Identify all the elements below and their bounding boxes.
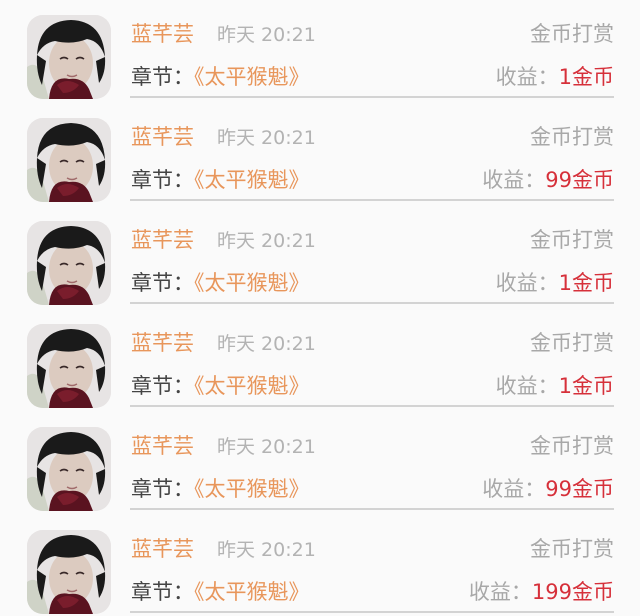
list-item[interactable]: 蓝芊芸 昨天 20:21 金币打赏 章节：《太平猴魁》 收益：1金币	[0, 0, 640, 103]
chapter-title-link[interactable]: 《太平猴魁》	[194, 168, 310, 192]
avatar[interactable]	[27, 118, 111, 202]
record-type: 金币打赏	[530, 331, 614, 355]
income-amount: 99金币	[545, 168, 614, 192]
chapter-info: 章节：《太平猴魁》	[131, 62, 310, 92]
chapter-label: 章节：	[131, 271, 194, 295]
user-photo-icon	[27, 221, 111, 305]
list-item[interactable]: 蓝芊芸 昨天 20:21 金币打赏 章节：《太平猴魁》 收益：1金币	[0, 206, 640, 309]
income-label: 收益：	[495, 65, 559, 89]
row-divider	[130, 405, 614, 407]
record-type: 金币打赏	[530, 228, 614, 252]
income-label: 收益：	[468, 580, 532, 604]
income-amount: 1金币	[558, 374, 614, 398]
income-info: 收益：99金币	[482, 474, 614, 504]
row-divider	[130, 611, 614, 613]
chapter-info: 章节：《太平猴魁》	[131, 165, 310, 195]
chapter-info: 章节：《太平猴魁》	[131, 371, 310, 401]
chapter-info: 章节：《太平猴魁》	[131, 577, 310, 607]
chapter-title-link[interactable]: 《太平猴魁》	[194, 374, 310, 398]
income-label: 收益：	[495, 374, 559, 398]
income-info: 收益：199金币	[469, 577, 614, 607]
timestamp: 昨天 20:21	[217, 24, 316, 46]
chapter-label: 章节：	[131, 65, 194, 89]
timestamp: 昨天 20:21	[217, 230, 316, 252]
chapter-label: 章节：	[131, 374, 194, 398]
income-label: 收益：	[482, 477, 546, 501]
income-info: 收益：99金币	[482, 165, 614, 195]
chapter-title-link[interactable]: 《太平猴魁》	[194, 65, 310, 89]
list-item[interactable]: 蓝芊芸 昨天 20:21 金币打赏 章节：《太平猴魁》 收益：99金币	[0, 412, 640, 515]
row-divider	[130, 199, 614, 201]
timestamp: 昨天 20:21	[217, 539, 316, 561]
user-name[interactable]: 蓝芊芸	[131, 19, 194, 49]
income-label: 收益：	[482, 168, 546, 192]
avatar[interactable]	[27, 15, 111, 99]
row-divider	[130, 302, 614, 304]
timestamp: 昨天 20:21	[217, 333, 316, 355]
user-name[interactable]: 蓝芊芸	[131, 431, 194, 461]
avatar[interactable]	[27, 427, 111, 511]
row-divider	[130, 508, 614, 510]
income-amount: 99金币	[545, 477, 614, 501]
income-amount: 199金币	[531, 580, 614, 604]
record-type: 金币打赏	[530, 22, 614, 46]
user-name[interactable]: 蓝芊芸	[131, 328, 194, 358]
avatar[interactable]	[27, 221, 111, 305]
chapter-label: 章节：	[131, 168, 194, 192]
chapter-title-link[interactable]: 《太平猴魁》	[194, 477, 310, 501]
record-type: 金币打赏	[530, 434, 614, 458]
chapter-label: 章节：	[131, 477, 194, 501]
avatar[interactable]	[27, 324, 111, 408]
timestamp: 昨天 20:21	[217, 436, 316, 458]
record-type: 金币打赏	[530, 537, 614, 561]
chapter-info: 章节：《太平猴魁》	[131, 268, 310, 298]
user-photo-icon	[27, 118, 111, 202]
list-item[interactable]: 蓝芊芸 昨天 20:21 金币打赏 章节：《太平猴魁》 收益：199金币	[0, 515, 640, 616]
record-type: 金币打赏	[530, 125, 614, 149]
avatar[interactable]	[27, 530, 111, 614]
list-item[interactable]: 蓝芊芸 昨天 20:21 金币打赏 章节：《太平猴魁》 收益：99金币	[0, 103, 640, 206]
user-name[interactable]: 蓝芊芸	[131, 534, 194, 564]
user-photo-icon	[27, 324, 111, 408]
user-photo-icon	[27, 15, 111, 99]
income-label: 收益：	[495, 271, 559, 295]
income-info: 收益：1金币	[496, 268, 614, 298]
list-item[interactable]: 蓝芊芸 昨天 20:21 金币打赏 章节：《太平猴魁》 收益：1金币	[0, 309, 640, 412]
chapter-label: 章节：	[131, 580, 194, 604]
income-amount: 1金币	[558, 65, 614, 89]
timestamp: 昨天 20:21	[217, 127, 316, 149]
chapter-title-link[interactable]: 《太平猴魁》	[194, 580, 310, 604]
chapter-title-link[interactable]: 《太平猴魁》	[194, 271, 310, 295]
user-name[interactable]: 蓝芊芸	[131, 122, 194, 152]
chapter-info: 章节：《太平猴魁》	[131, 474, 310, 504]
user-photo-icon	[27, 530, 111, 614]
income-info: 收益：1金币	[496, 371, 614, 401]
user-name[interactable]: 蓝芊芸	[131, 225, 194, 255]
income-info: 收益：1金币	[496, 62, 614, 92]
row-divider	[130, 96, 614, 98]
user-photo-icon	[27, 427, 111, 511]
reward-record-list: 蓝芊芸 昨天 20:21 金币打赏 章节：《太平猴魁》 收益：1金币 蓝芊芸 昨…	[0, 0, 640, 616]
income-amount: 1金币	[558, 271, 614, 295]
